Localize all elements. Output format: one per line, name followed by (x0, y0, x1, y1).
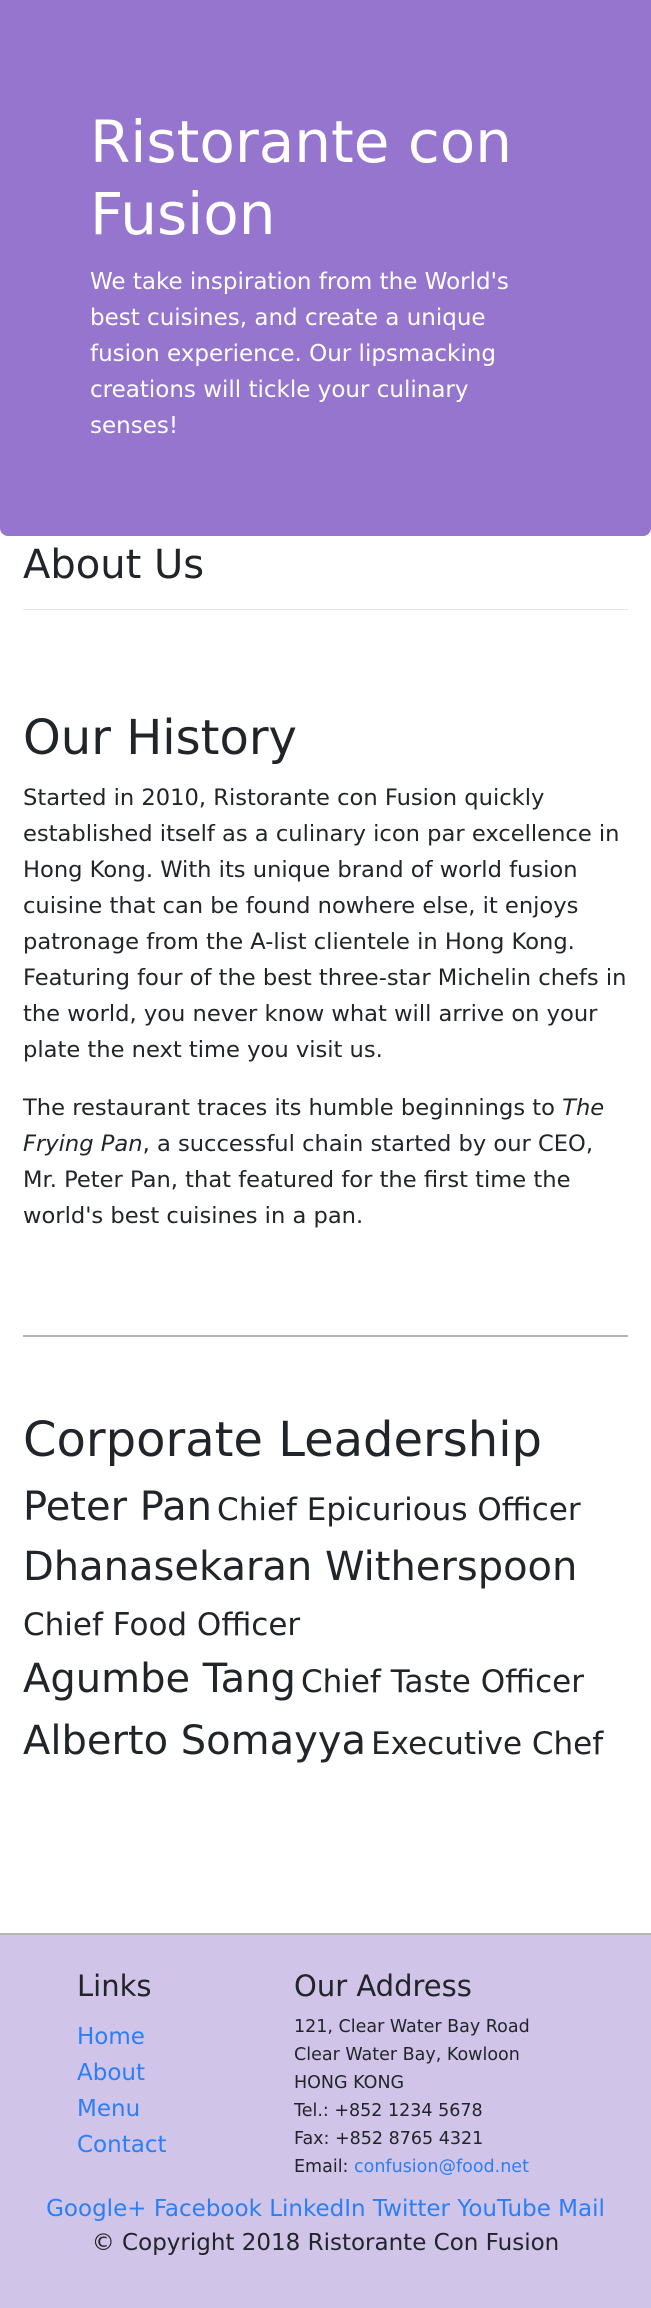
address-line: Clear Water Bay, Kowloon (294, 2045, 520, 2065)
footer-links-heading: Links (77, 1969, 152, 2003)
restaurant-title-line1: Ristorante con (90, 108, 513, 176)
history-heading: Our History (23, 710, 297, 766)
history-paragraph-1: Started in 2010, Ristorante con Fusion q… (23, 785, 627, 1063)
footer-link-item: Home (77, 2019, 166, 2055)
leadership-heading: Corporate Leadership (23, 1412, 543, 1468)
footer-link-contact[interactable]: Contact (77, 2132, 166, 2158)
leader-item: Agumbe Tang Chief Taste Officer (23, 1654, 584, 1712)
address-email-label: Email: (294, 2157, 355, 2177)
footer-link-item: Contact (77, 2127, 166, 2163)
leader-item: Peter Pan Chief Epicurious Officer (23, 1482, 581, 1540)
leader-name: Alberto Somayya (23, 1718, 366, 1764)
footer-link-item: Menu (77, 2091, 166, 2127)
leader-name: Agumbe Tang (23, 1656, 296, 1702)
footer-link-menu[interactable]: Menu (77, 2096, 140, 2122)
google-plus-link[interactable]: Google+ (46, 2196, 146, 2222)
youtube-link[interactable]: YouTube (457, 2196, 551, 2222)
leader-role: Chief Epicurious Officer (217, 1492, 581, 1528)
social-links: Google+ Facebook LinkedIn Twitter YouTub… (0, 2191, 651, 2227)
jumbotron-header: Ristorante con Fusion We take inspiratio… (0, 0, 651, 536)
history-paragraph-2-text: The restaurant traces its humble beginni… (23, 1095, 563, 1121)
facebook-link[interactable]: Facebook (154, 2196, 262, 2222)
address-line: HONG KONG (294, 2073, 405, 2093)
mail-link[interactable]: Mail (558, 2196, 605, 2222)
footer-link-home[interactable]: Home (77, 2024, 145, 2050)
restaurant-description: We take inspiration from the World's bes… (90, 269, 509, 439)
footer: Links Home About Menu Contact Our Addres… (0, 1933, 651, 2308)
linkedin-link[interactable]: LinkedIn (269, 2196, 365, 2222)
address-phone: Tel.: +852 1234 5678 (294, 2101, 483, 2121)
leader-role: Chief Taste Officer (300, 1664, 584, 1700)
page-title: About Us (23, 542, 205, 588)
address-fax: Fax: +852 8765 4321 (294, 2129, 484, 2149)
leader-item: Alberto Somayya Executive Chef (23, 1716, 603, 1774)
leader-name: Dhanasekaran Witherspoon (23, 1544, 578, 1590)
address-line: 121, Clear Water Bay Road (294, 2017, 530, 2037)
leader-item: Dhanasekaran Witherspoon Chief Food Offi… (23, 1542, 623, 1655)
twitter-link[interactable]: Twitter (373, 2196, 450, 2222)
main-content: About Us Our History Started in 2010, Ri… (23, 536, 628, 1764)
footer-address-heading: Our Address (294, 1969, 472, 2003)
email-link[interactable]: confusion@food.net (354, 2157, 529, 2177)
history-paragraph-2: The restaurant traces its humble beginni… (23, 1090, 631, 1234)
footer-link-item: About (77, 2055, 166, 2091)
footer-address: 121, Clear Water Bay Road Clear Water Ba… (294, 2013, 530, 2181)
divider (23, 1335, 628, 1337)
restaurant-title-line2: Fusion (90, 180, 276, 248)
leader-role: Chief Food Officer (23, 1607, 301, 1643)
footer-link-about[interactable]: About (77, 2060, 145, 2086)
leader-role: Executive Chef (371, 1726, 604, 1762)
footer-links-list: Home About Menu Contact (77, 2019, 166, 2163)
leader-name: Peter Pan (23, 1484, 212, 1530)
divider (23, 609, 628, 610)
copyright-text: © Copyright 2018 Ristorante Con Fusion (91, 2230, 560, 2256)
restaurant-title: Ristorante con Fusion (90, 106, 561, 250)
